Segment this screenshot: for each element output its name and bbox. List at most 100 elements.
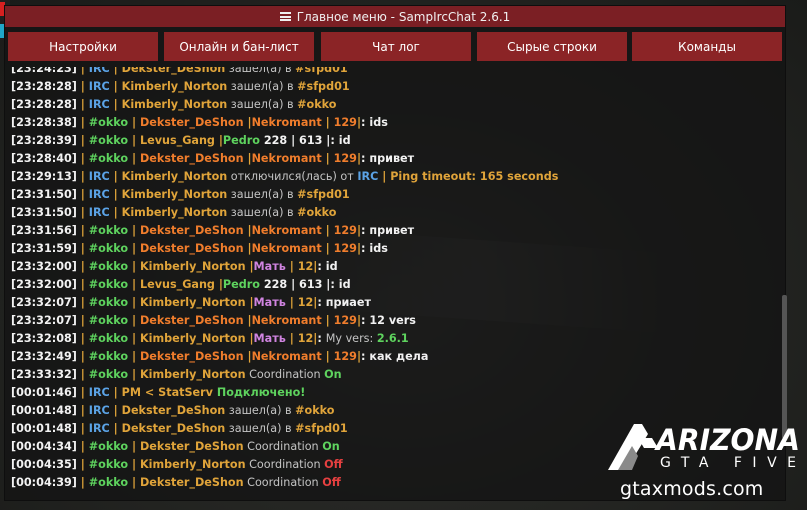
log-segment: | bbox=[285, 332, 298, 345]
log-segment: | bbox=[76, 404, 89, 417]
log-segment: #okko bbox=[88, 224, 129, 237]
tab-online-banlist[interactable]: Онлайн и бан-лист bbox=[164, 32, 314, 61]
chat-log-line: [23:28:28] | IRC | Kimberly_Norton зашел… bbox=[11, 78, 769, 96]
log-segment: зашел(а) в bbox=[227, 98, 298, 111]
log-segment: Dekster_DeShon bbox=[140, 314, 244, 327]
log-segment: IRC bbox=[88, 386, 110, 399]
chat-log-line: [23:31:56] | #okko | Dekster_DeShon |Nek… bbox=[11, 222, 769, 240]
log-segment: IRC bbox=[88, 67, 110, 75]
log-segment: зашел(а) в bbox=[227, 188, 298, 201]
log-segment: | bbox=[321, 152, 334, 165]
log-segment: [23:29:13] bbox=[11, 170, 77, 183]
chat-log-line: [23:28:40] | #okko | Dekster_DeShon |Nek… bbox=[11, 150, 769, 168]
log-segment: 228 bbox=[259, 278, 292, 291]
log-segment: Pedro bbox=[222, 278, 260, 291]
log-segment: [23:33:32] bbox=[11, 368, 77, 381]
log-segment: [00:01:48] bbox=[11, 422, 77, 435]
log-segment: #sfpd01 bbox=[297, 80, 350, 93]
log-segment: | bbox=[76, 242, 89, 255]
log-segment: Dekster_DeShon bbox=[140, 224, 244, 237]
log-segment: #okko bbox=[88, 134, 129, 147]
log-segment: Мать bbox=[253, 296, 286, 309]
log-segment: Coordination bbox=[243, 476, 323, 489]
log-segment: #okko bbox=[297, 98, 337, 111]
log-segment: | bbox=[243, 242, 252, 255]
log-segment: Dekster_DeShon bbox=[140, 440, 244, 453]
log-segment: | bbox=[243, 152, 252, 165]
chat-log-line: [23:28:38] | #okko | Dekster_DeShon |Nek… bbox=[11, 114, 769, 132]
log-segment: Nekromant bbox=[251, 242, 322, 255]
log-segment: [00:04:34] bbox=[11, 440, 77, 453]
tab-commands[interactable]: Команды bbox=[632, 32, 782, 61]
log-segment: #okko bbox=[88, 476, 129, 489]
log-segment: | bbox=[128, 314, 140, 327]
log-segment: #okko bbox=[88, 350, 129, 363]
log-segment: [23:28:40] bbox=[11, 152, 77, 165]
log-segment: : приает bbox=[317, 296, 371, 309]
log-segment: Kimberly_Norton bbox=[121, 80, 228, 93]
log-segment: | bbox=[128, 332, 140, 345]
chat-log-line: [23:29:13] | IRC | Kimberly_Norton отклю… bbox=[11, 168, 769, 186]
log-segment: отключился(лась) от bbox=[227, 170, 358, 183]
log-segment: | bbox=[76, 260, 89, 273]
log-segment: Kimberly_Norton bbox=[121, 98, 228, 111]
log-segment: #okko bbox=[297, 206, 337, 219]
log-segment: Kimberly_Norton bbox=[140, 296, 246, 309]
log-segment: Dekster_DeShon bbox=[121, 404, 226, 417]
log-segment: зашел(а) в bbox=[227, 80, 298, 93]
log-segment: Подключено! bbox=[212, 386, 306, 399]
window-titlebar[interactable]: Главное меню - SampIrcChat 2.6.1 bbox=[5, 6, 785, 27]
log-segment: | bbox=[245, 332, 254, 345]
log-segment: 129 bbox=[333, 116, 357, 129]
log-segment: | bbox=[321, 116, 334, 129]
hamburger-menu-icon bbox=[279, 12, 291, 21]
log-segment: [23:32:00] bbox=[11, 278, 77, 291]
logo-title: ARIZONA bbox=[654, 423, 800, 457]
log-segment: On bbox=[324, 368, 342, 381]
log-segment: | bbox=[109, 188, 122, 201]
log-segment: Kimberly_Norton bbox=[121, 170, 228, 183]
log-segment: | bbox=[76, 278, 89, 291]
log-segment: Dekster_DeShon bbox=[140, 350, 244, 363]
log-segment: | bbox=[109, 170, 122, 183]
tab-chat-log[interactable]: Чат лог bbox=[321, 32, 471, 61]
log-segment: | bbox=[109, 98, 122, 111]
log-segment: | bbox=[128, 296, 140, 309]
window-title: Главное меню - SampIrcChat 2.6.1 bbox=[296, 9, 511, 24]
log-segment: | bbox=[76, 134, 89, 147]
log-segment: | bbox=[214, 278, 223, 291]
log-segment: | bbox=[128, 368, 140, 381]
log-segment: 129 bbox=[333, 350, 357, 363]
chat-log-line: [23:24:23] | IRC | Dekster_DeShon зашел(… bbox=[11, 67, 769, 78]
log-segment: : как дела bbox=[361, 350, 429, 363]
log-segment: 228 bbox=[259, 134, 292, 147]
log-segment: | bbox=[76, 116, 89, 129]
log-segment: #okko bbox=[88, 116, 129, 129]
log-segment: Мать bbox=[253, 260, 286, 273]
log-segment: IRC bbox=[88, 422, 110, 435]
log-segment: Pedro bbox=[222, 134, 260, 147]
log-segment: | bbox=[76, 368, 89, 381]
tab-settings[interactable]: Настройки bbox=[8, 32, 158, 61]
log-segment: #okko bbox=[88, 296, 129, 309]
log-segment: | bbox=[245, 296, 254, 309]
log-segment: | bbox=[285, 296, 298, 309]
log-segment: #okko bbox=[88, 440, 129, 453]
log-segment: | bbox=[321, 224, 334, 237]
log-segment: | bbox=[128, 476, 140, 489]
log-segment: [23:31:50] bbox=[11, 188, 77, 201]
log-segment: [00:01:46] bbox=[11, 386, 77, 399]
log-segment: | bbox=[109, 422, 122, 435]
log-segment: | bbox=[76, 98, 89, 111]
arizona-logo: ARIZONA GTA FIVE bbox=[608, 423, 800, 471]
log-segment: Мать bbox=[253, 332, 286, 345]
chat-log-line: [23:32:00] | #okko | Levus_Gang |Pedro 2… bbox=[11, 276, 769, 294]
log-segment: | bbox=[321, 242, 334, 255]
tab-raw-lines[interactable]: Сырые строки bbox=[477, 32, 627, 61]
log-segment: | bbox=[76, 350, 89, 363]
log-segment: | bbox=[109, 67, 122, 75]
log-segment: | bbox=[76, 188, 89, 201]
log-segment: Kimberly_Norton bbox=[140, 368, 246, 381]
log-segment: | bbox=[321, 350, 334, 363]
log-segment: | bbox=[243, 314, 252, 327]
